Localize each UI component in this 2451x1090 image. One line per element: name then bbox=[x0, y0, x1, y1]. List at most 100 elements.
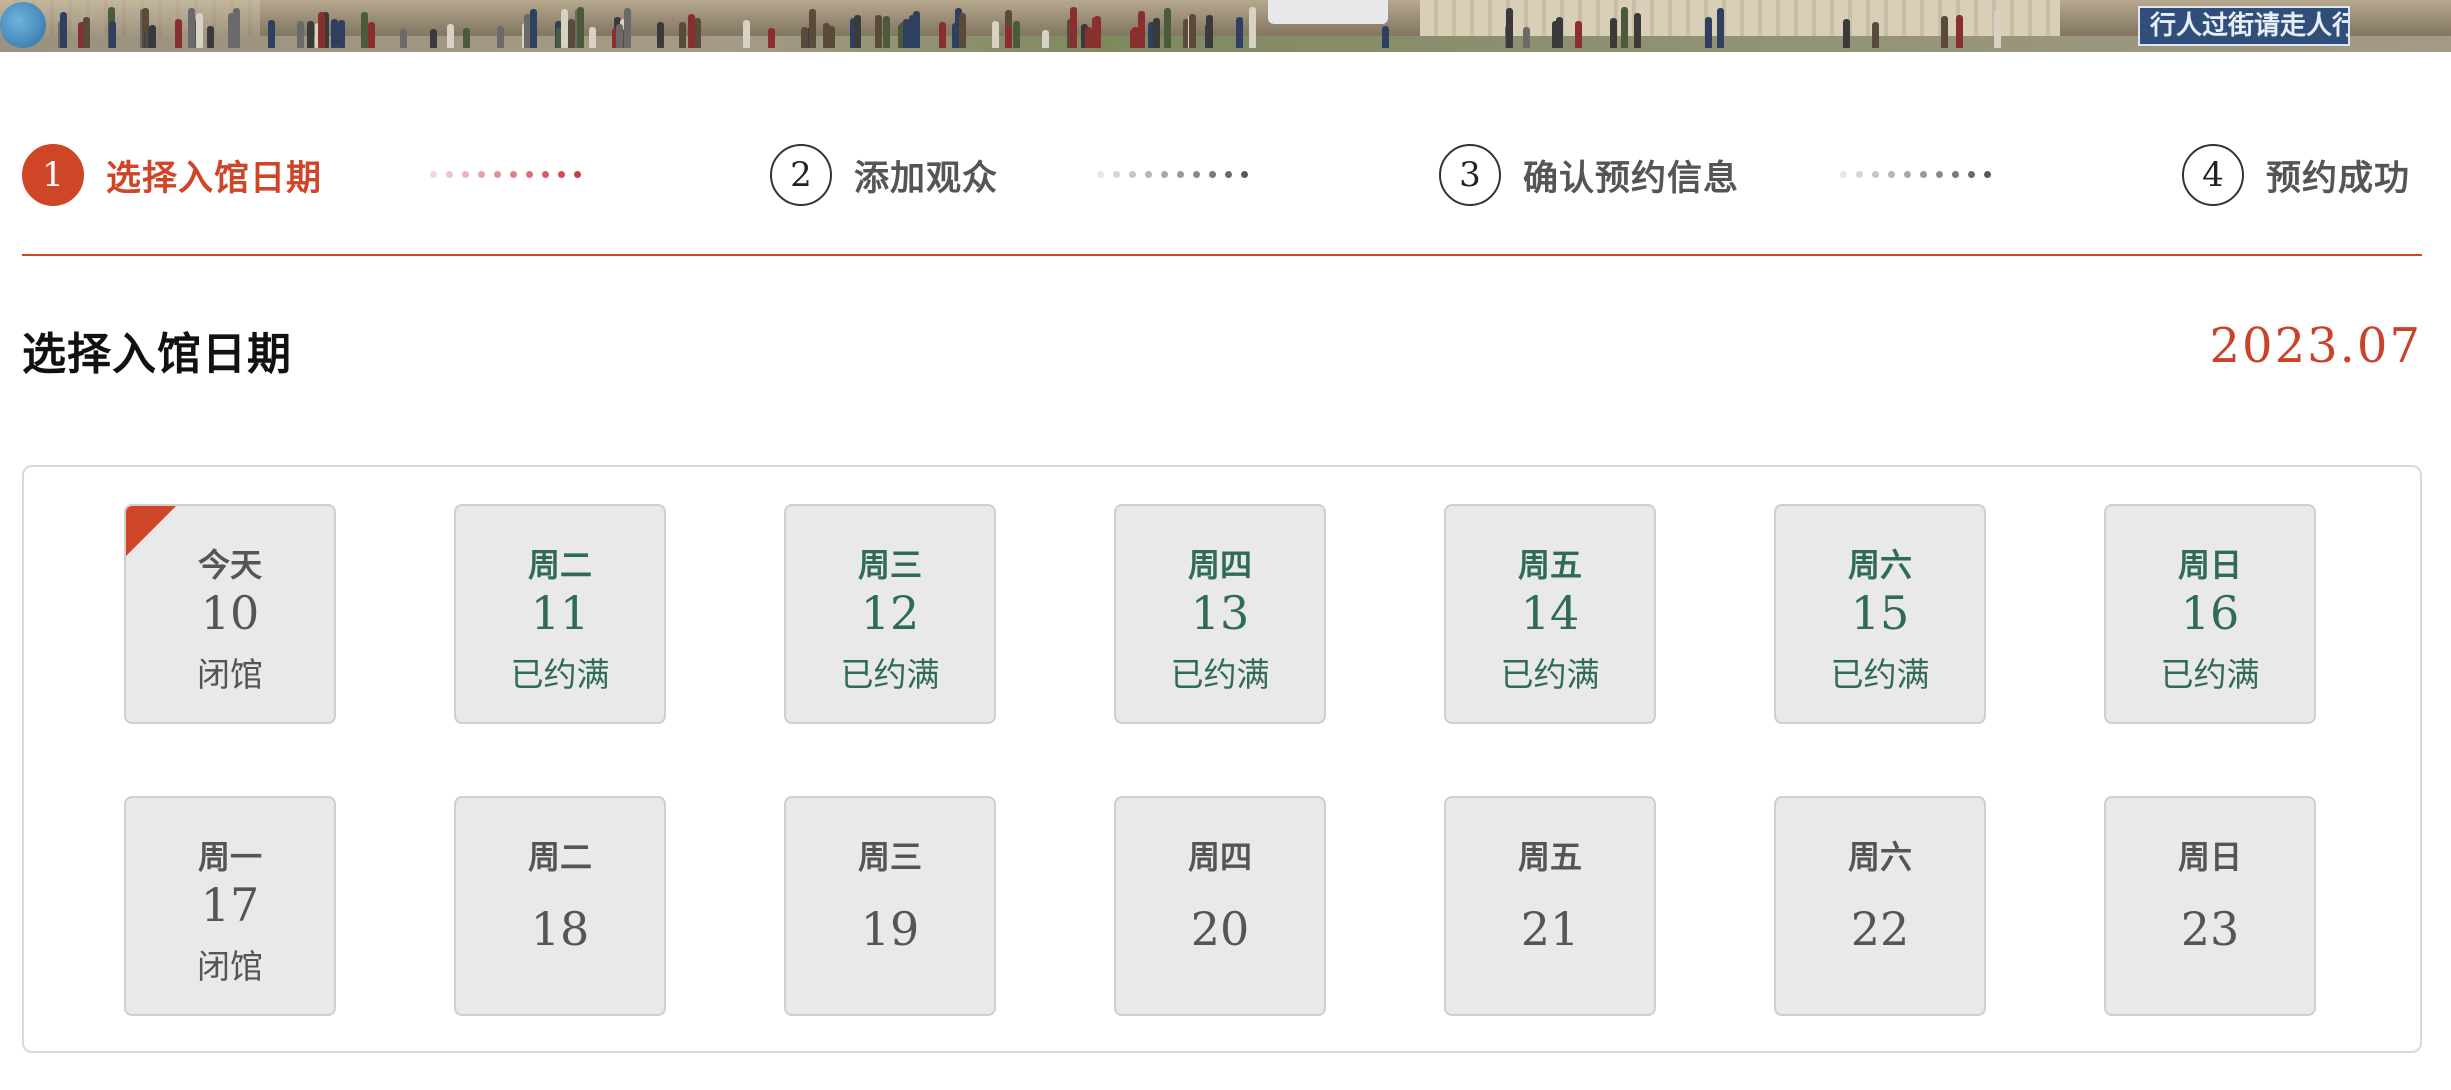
divider-line bbox=[22, 254, 2422, 256]
crowd-figure bbox=[196, 12, 204, 48]
date-cell[interactable]: 周二 18 bbox=[454, 796, 666, 1016]
connector-dot bbox=[1984, 171, 1991, 178]
crowd-figure bbox=[1610, 18, 1618, 48]
date-cell[interactable]: 周一 17 闭馆 bbox=[124, 796, 336, 1016]
crowd-figure bbox=[83, 17, 91, 48]
crowd-figure bbox=[913, 11, 921, 48]
crowd-figure bbox=[1093, 15, 1101, 48]
crowd-figure bbox=[297, 20, 305, 48]
crowd-figure bbox=[175, 18, 183, 48]
date-cell[interactable]: 周六 15 已约满 bbox=[1774, 504, 1986, 724]
crowd-figure bbox=[589, 27, 597, 48]
connector-dot bbox=[1904, 171, 1911, 178]
date-number: 21 bbox=[1520, 902, 1580, 956]
crowd-figure bbox=[1189, 14, 1197, 48]
connector-dot bbox=[510, 171, 517, 178]
connector-dot bbox=[1856, 171, 1863, 178]
connector-dot bbox=[1936, 171, 1943, 178]
step-connector-dots bbox=[1097, 171, 1248, 179]
date-cell[interactable]: 周三 12 已约满 bbox=[784, 504, 996, 724]
date-cell[interactable]: 周二 11 已约满 bbox=[454, 504, 666, 724]
weekday-label: 周二 bbox=[527, 546, 592, 584]
connector-dot bbox=[1952, 171, 1959, 178]
date-status: 已约满 bbox=[1830, 655, 1930, 694]
crowd-figure bbox=[1994, 9, 2002, 48]
date-cell[interactable]: 周四 20 bbox=[1114, 796, 1326, 1016]
connector-dot bbox=[1129, 171, 1136, 178]
crowd-figure bbox=[1633, 13, 1641, 48]
date-number: 20 bbox=[1190, 902, 1250, 956]
crowd-figure bbox=[656, 22, 664, 48]
weekday-label: 周四 bbox=[1187, 838, 1252, 876]
crowd-figure bbox=[1556, 17, 1564, 48]
crowd-figure bbox=[1955, 15, 1963, 48]
date-number: 14 bbox=[1520, 586, 1580, 640]
banner-vehicle bbox=[1268, 0, 1388, 24]
date-cell[interactable]: 周四 13 已约满 bbox=[1114, 504, 1326, 724]
crowd-figure bbox=[367, 21, 375, 48]
crowd-figure bbox=[1069, 7, 1077, 48]
weekday-label: 周五 bbox=[1517, 546, 1582, 584]
date-status: 已约满 bbox=[2160, 655, 2260, 694]
crowd-figure bbox=[338, 20, 346, 48]
crowd-figure bbox=[560, 8, 568, 48]
date-number: 17 bbox=[200, 878, 260, 932]
date-status: 闭馆 bbox=[197, 655, 263, 694]
crowd-figure bbox=[1382, 26, 1390, 48]
crowd-figure bbox=[951, 22, 959, 48]
connector-dot bbox=[1840, 171, 1847, 178]
crowd-figure bbox=[1004, 25, 1012, 48]
date-status: 已约满 bbox=[1500, 655, 1600, 694]
connector-dot bbox=[430, 171, 437, 178]
weekday-label: 今天 bbox=[197, 546, 262, 584]
date-cell-today[interactable]: 今天 10 闭馆 bbox=[124, 504, 336, 724]
step-connector-dots bbox=[1840, 171, 1991, 179]
connector-dot bbox=[1161, 171, 1168, 178]
crowd-figure bbox=[317, 12, 325, 48]
date-cell[interactable]: 周日 16 已约满 bbox=[2104, 504, 2316, 724]
crowd-figure bbox=[446, 24, 454, 48]
crowd-figure bbox=[59, 11, 67, 48]
step-number-icon: 1 bbox=[22, 144, 84, 206]
date-calendar: 今天 10 闭馆 周二 11 已约满 周三 12 已约满 周四 13 已约满 周五 14 已约满 周六 15 已约… bbox=[22, 465, 2422, 1053]
date-cell[interactable]: 周六 22 bbox=[1774, 796, 1986, 1016]
crowd-figure bbox=[828, 25, 836, 48]
crowd-figure bbox=[938, 21, 946, 48]
date-cell[interactable]: 周五 14 已约满 bbox=[1444, 504, 1656, 724]
weekday-label: 周日 bbox=[2177, 838, 2242, 876]
crowd-figure bbox=[694, 18, 702, 48]
crowd-figure bbox=[958, 13, 966, 48]
weekday-label: 周三 bbox=[857, 838, 922, 876]
connector-dot bbox=[1872, 171, 1879, 178]
crowd-figure bbox=[1523, 26, 1531, 48]
booking-steps: 1 选择入馆日期 2 添加观众 3 确认预约信息 4 预约成功 bbox=[22, 140, 2422, 210]
weekday-label: 周二 bbox=[527, 838, 592, 876]
connector-dot bbox=[1225, 171, 1232, 178]
crowd-figure bbox=[306, 20, 314, 48]
date-cell[interactable]: 周三 19 bbox=[784, 796, 996, 1016]
crowd-figure bbox=[360, 11, 368, 48]
connector-dot bbox=[574, 171, 581, 178]
crowd-figure bbox=[767, 27, 775, 48]
crowd-figure bbox=[463, 28, 471, 48]
crowd-figure bbox=[809, 9, 817, 48]
crowd-figure bbox=[1941, 15, 1949, 48]
weekday-label: 周三 bbox=[857, 546, 922, 584]
crowd-figure bbox=[1042, 29, 1050, 48]
date-number: 16 bbox=[2180, 586, 2240, 640]
date-number: 19 bbox=[860, 902, 920, 956]
connector-dot bbox=[462, 171, 469, 178]
crowd-figure bbox=[1704, 17, 1712, 48]
crowd-figure bbox=[1621, 6, 1629, 48]
date-cell[interactable]: 周五 21 bbox=[1444, 796, 1656, 1016]
step-confirm-info: 3 确认预约信息 bbox=[1439, 144, 1739, 206]
weekday-label: 周一 bbox=[197, 838, 262, 876]
crowd-figure bbox=[1248, 6, 1256, 48]
date-number: 13 bbox=[1190, 586, 1250, 640]
step-label: 预约成功 bbox=[2266, 158, 2411, 199]
crowd-figure bbox=[743, 20, 751, 48]
crowd-figure bbox=[1012, 20, 1020, 48]
weekday-label: 周四 bbox=[1187, 546, 1252, 584]
crowd-figure bbox=[399, 29, 407, 48]
date-cell[interactable]: 周日 23 bbox=[2104, 796, 2316, 1016]
